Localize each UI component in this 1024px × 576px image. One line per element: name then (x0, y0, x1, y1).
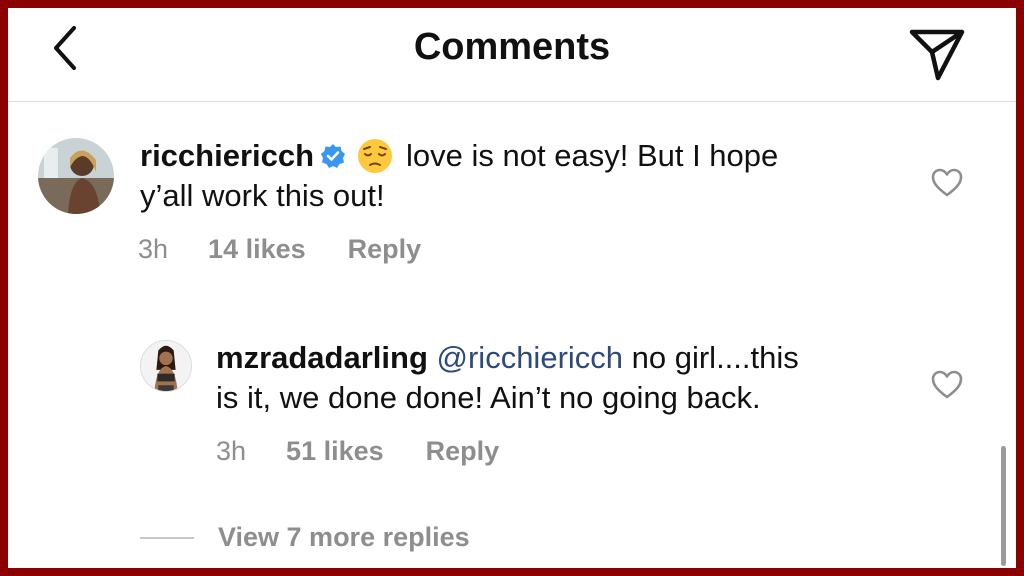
view-more-replies-label: View 7 more replies (218, 522, 470, 552)
header-bar: Comments (8, 8, 1016, 102)
scrollbar[interactable] (1001, 446, 1006, 566)
reply-likes[interactable]: 51 likes (286, 436, 384, 467)
comment-text-line2: y’all work this out! (140, 178, 385, 213)
share-button[interactable] (904, 20, 968, 84)
comment-body: ricchiericch love is not easy! But I hope… (140, 136, 940, 216)
reply-meta: 3h 51 likes Reply (216, 436, 499, 467)
reply-username[interactable]: mzradadarling (216, 340, 428, 375)
like-button[interactable] (930, 166, 964, 200)
avatar-image (38, 138, 114, 214)
avatar[interactable] (38, 138, 114, 214)
paper-plane-icon (909, 29, 965, 81)
comment-meta: 3h 14 likes Reply (138, 234, 421, 265)
verified-badge-icon (320, 139, 346, 168)
reply-text-line2: is it, we done done! Ain’t no going back… (216, 380, 761, 415)
comment-time: 3h (138, 234, 169, 264)
divider-line (140, 536, 194, 539)
mention-link[interactable]: @ricchiericch (437, 340, 624, 375)
heart-icon (931, 370, 963, 399)
reply-button[interactable]: Reply (426, 436, 500, 467)
comments-screen: Comments ricchiericch love is not easy! B… (8, 8, 1016, 568)
reply-text-line1: no girl....this (631, 340, 799, 375)
comment-text-line1: love is not easy! But I hope (406, 138, 779, 173)
reply-body: mzradadarling @ricchiericch no girl....t… (216, 338, 936, 418)
heart-icon (931, 168, 963, 197)
page-title: Comments (413, 26, 611, 68)
like-button[interactable] (930, 368, 964, 402)
view-more-replies-button[interactable]: View 7 more replies (140, 522, 470, 553)
avatar-image (141, 341, 191, 391)
comment-likes[interactable]: 14 likes (208, 234, 306, 265)
pensive-face-icon (356, 137, 394, 175)
reply-time: 3h (216, 436, 247, 466)
comment-username[interactable]: ricchiericch (140, 138, 314, 173)
reply-button[interactable]: Reply (348, 234, 422, 265)
avatar[interactable] (140, 340, 192, 392)
